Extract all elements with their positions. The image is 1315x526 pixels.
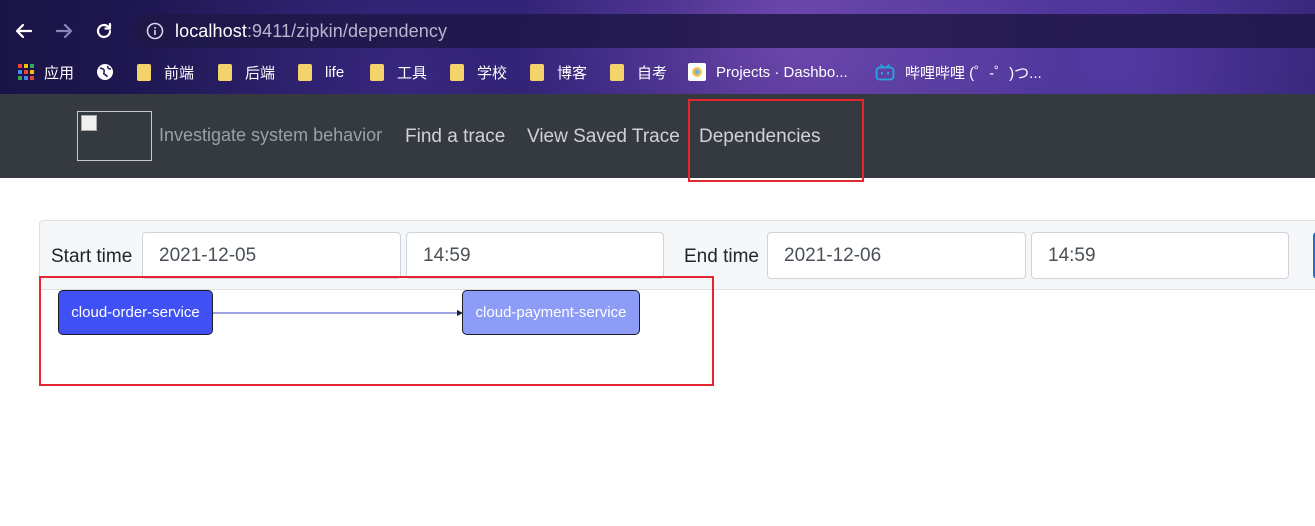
info-icon[interactable] [146, 22, 164, 40]
start-time-label: Start time [51, 246, 133, 267]
reload-icon [96, 22, 112, 39]
back-arrow-icon [15, 23, 33, 39]
gitlab-icon [688, 63, 706, 81]
bookmark-label: life [325, 63, 345, 81]
app-tagline: Investigate system behavior [159, 125, 383, 145]
bookmark-folder-frontend[interactable]: 前端 [137, 58, 194, 86]
browser-toolbar: localhost:9411/zipkin/dependency 应用 前端 后… [0, 0, 1315, 94]
folder-icon [370, 63, 384, 81]
bookmark-label: 前端 [164, 64, 195, 82]
end-time-input[interactable]: 14:59 [1031, 232, 1289, 279]
apps-grid-icon [18, 64, 34, 80]
bookmark-label: 工具 [397, 64, 428, 82]
bookmark-folder-blog[interactable]: 博客 [530, 58, 587, 86]
bookmark-label: 应用 [44, 64, 75, 82]
reload-button[interactable] [90, 17, 118, 45]
start-date-input[interactable]: 2021-12-05 [142, 232, 401, 279]
bookmark-label: Projects · Dashbo... [716, 63, 848, 81]
bookmark-bilibili[interactable]: 哔哩哔哩 (゜-゜)つ... [875, 58, 1042, 86]
forward-arrow-icon [55, 23, 73, 39]
app-navbar: Investigate system behavior Find a trace… [0, 94, 1315, 178]
bookmark-folder-school[interactable]: 学校 [450, 58, 507, 86]
bookmark-folder-tools[interactable]: 工具 [370, 58, 427, 86]
highlight-box-graph [39, 276, 714, 386]
folder-icon [530, 63, 544, 81]
bookmark-globe[interactable] [96, 58, 124, 86]
back-button[interactable] [10, 17, 38, 45]
zipkin-logo-image[interactable] [77, 111, 152, 161]
globe-icon [97, 64, 113, 80]
bookmark-label: 哔哩哔哩 (゜-゜)つ... [905, 64, 1042, 82]
folder-icon [218, 63, 232, 81]
forward-button[interactable] [50, 17, 78, 45]
url-text: localhost:9411/zipkin/dependency [175, 21, 447, 42]
bookmark-folder-backend[interactable]: 后端 [218, 58, 275, 86]
bilibili-icon [875, 64, 895, 81]
folder-icon [137, 63, 151, 81]
bookmark-label: 博客 [557, 64, 588, 82]
folder-icon [298, 63, 312, 81]
end-date-input[interactable]: 2021-12-06 [767, 232, 1026, 279]
folder-icon [450, 63, 464, 81]
highlight-box-dependencies [688, 99, 864, 182]
bookmarks-bar: 应用 前端 后端 life 工具 学校 博客 自考 Projects · Das… [0, 58, 1315, 86]
bookmark-label: 后端 [245, 64, 276, 82]
url-host: localhost [175, 21, 247, 41]
folder-icon [610, 63, 624, 81]
bookmark-label: 学校 [477, 64, 508, 82]
bookmark-apps[interactable]: 应用 [17, 58, 74, 86]
bookmark-label: 自考 [637, 64, 668, 82]
broken-image-icon [81, 115, 97, 131]
nav-view-saved-trace[interactable]: View Saved Trace [527, 126, 680, 148]
url-path: :9411/zipkin/dependency [246, 21, 448, 41]
nav-find-a-trace[interactable]: Find a trace [405, 126, 505, 148]
address-bar[interactable]: localhost:9411/zipkin/dependency [133, 14, 1315, 48]
end-time-label: End time [684, 246, 759, 267]
start-time-input[interactable]: 14:59 [406, 232, 664, 279]
bookmark-folder-exam[interactable]: 自考 [610, 58, 667, 86]
bookmark-folder-life[interactable]: life [298, 58, 344, 86]
bookmark-projects-dashboard[interactable]: Projects · Dashbo... [688, 58, 848, 86]
